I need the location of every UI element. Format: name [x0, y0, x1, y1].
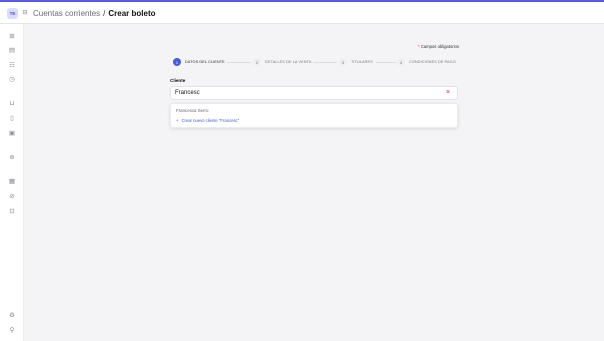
suggestion-item[interactable]: Francesca Serro [176, 108, 208, 113]
step-label: DATOS DEL CLIENTE [185, 60, 225, 64]
page-title: Crear boleto [108, 9, 156, 18]
step-connector [227, 62, 251, 63]
clock-icon[interactable]: ◷ [8, 76, 16, 84]
step-connector [313, 62, 337, 63]
client-label: Cliente [170, 78, 186, 83]
step-3[interactable]: 3 TITULARES [339, 57, 373, 67]
step-number: 4 [397, 58, 405, 66]
chart-icon[interactable]: ▤ [8, 47, 16, 55]
top-header: TE ⊟ Cuentas corrientes / Crear boleto [0, 2, 604, 24]
step-label: CONDICIONES DE PAGO [409, 60, 456, 64]
clear-icon[interactable]: × [444, 89, 452, 97]
tag-icon[interactable]: ⊘ [8, 193, 16, 201]
users-icon[interactable]: ☷ [8, 62, 16, 70]
breadcrumb: Cuentas corrientes / Crear boleto [33, 8, 156, 19]
stepper: 1 DATOS DEL CLIENTE 2 DETALLES DE LA VEN… [173, 57, 463, 69]
client-search-input[interactable]: Francesc × [170, 86, 458, 100]
modules-icon[interactable]: ▦ [8, 178, 16, 186]
create-client-label: Crear nuevo cliente "Francesc" [181, 118, 240, 123]
building-icon[interactable]: ⊡ [8, 208, 16, 216]
step-4[interactable]: 4 CONDICIONES DE PAGO [397, 57, 456, 67]
breadcrumb-separator: / [103, 9, 106, 18]
create-client-option[interactable]: + Crear nuevo cliente "Francesc" [176, 118, 239, 123]
sidebar: ⊞ ▤ ☷ ◷ ⊔ ▯ ▣ ⊛ ▦ ⊘ ⊡ ⚙ ⚲ [0, 24, 24, 341]
document-icon[interactable]: ▯ [8, 115, 16, 123]
main-content: * Campos obligatorios 1 DATOS DEL CLIENT… [24, 24, 604, 341]
breadcrumb-parent[interactable]: Cuentas corrientes [33, 9, 100, 18]
step-number: 1 [173, 58, 181, 66]
archive-icon[interactable]: ▣ [8, 130, 16, 138]
step-label: DETALLES DE LA VENTA [265, 60, 312, 64]
cart-icon[interactable]: ⊔ [8, 100, 16, 108]
plus-icon: + [176, 118, 179, 123]
step-1[interactable]: 1 DATOS DEL CLIENTE [173, 57, 225, 67]
step-connector [376, 62, 396, 63]
user-icon[interactable]: ⚲ [8, 327, 16, 335]
step-2[interactable]: 2 DETALLES DE LA VENTA [253, 57, 311, 67]
grid-icon[interactable]: ⊞ [8, 33, 16, 41]
avatar[interactable]: TE [7, 8, 18, 19]
required-fields-note: * Campos obligatorios [418, 44, 459, 49]
settings-circle-icon[interactable]: ⊛ [8, 154, 16, 162]
sidebar-toggle-icon[interactable]: ⊟ [21, 9, 29, 17]
settings-icon[interactable]: ⚙ [8, 312, 16, 320]
step-label: TITULARES [351, 60, 373, 64]
client-input-value: Francesc [175, 90, 200, 96]
client-suggestions-dropdown: Francesca Serro + Crear nuevo cliente "Fr… [170, 103, 458, 128]
step-number: 2 [253, 58, 261, 66]
step-number: 3 [339, 58, 347, 66]
